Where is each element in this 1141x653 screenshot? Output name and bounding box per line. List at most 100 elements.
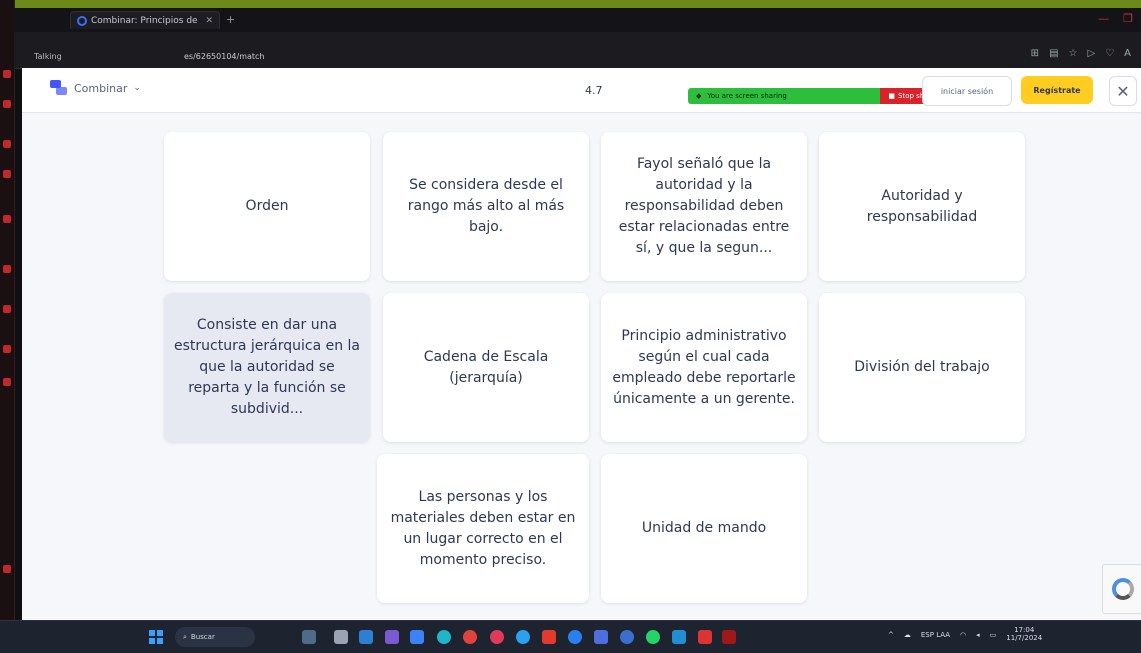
match-timer: 4.7 [585,84,603,97]
match-card[interactable]: Autoridad y responsabilidad [819,132,1025,281]
tab-close-icon[interactable]: ✕ [205,16,213,26]
rail-icon[interactable] [3,140,11,148]
taskbar-app-icon[interactable] [646,630,660,644]
mode-selector[interactable]: Combinar ⌄ [50,80,141,96]
window-accent-strip [0,0,1141,8]
card-text: Autoridad y responsabilidad [866,187,978,225]
left-app-rail [0,0,15,652]
taskbar-app-icon[interactable] [516,630,530,644]
card-text: Las personas y los materiales deben esta… [390,488,576,568]
match-card[interactable]: Cadena de Escala (jerarquía) [383,293,589,442]
taskbar-app-icon[interactable] [672,630,686,644]
card-text: Orden [245,198,289,214]
taskbar-app-icon[interactable] [463,630,477,644]
rail-icon[interactable] [3,345,11,353]
match-card[interactable]: Se considera desde el rango más alto al … [383,132,589,281]
taskbar-app-icon[interactable] [722,630,736,644]
reader-icon[interactable]: ▤ [1049,48,1058,59]
chevron-up-icon[interactable]: ^ [888,631,894,639]
share-status: ◆ You are screen sharing [688,88,880,104]
share-icon: ◆ [696,92,702,100]
taskbar-app-icon[interactable] [594,630,608,644]
match-header: Combinar ⌄ 4.7 ◆ You are screen sharing … [22,68,1141,113]
login-label: iniciar sesión [940,86,994,96]
extensions-icon[interactable]: ⊞ [1031,48,1039,59]
card-text: Fayol señaló que la autoridad y la respo… [618,156,790,256]
search-icon: ⌕ [183,632,187,641]
match-card-selected[interactable]: Consiste en dar una estructura jerárquic… [164,293,370,442]
battery-icon[interactable]: ▭ [990,631,997,639]
rail-icon[interactable] [3,100,11,108]
url-field[interactable]: es/62650104/match [184,52,265,61]
browser-toolbar: ⊞ ▤ ☆ ▷ ♡ A [1031,48,1131,59]
signup-label: Regístrate [1033,85,1081,95]
quizlet-favicon-icon [77,15,87,26]
shield-icon[interactable]: ♡ [1105,48,1114,59]
browser-tab[interactable]: Combinar: Principios de la ✕ [70,11,220,29]
rail-icon[interactable] [3,265,11,273]
taskbar-app-icon[interactable] [410,630,424,644]
mode-label: Combinar [74,81,128,95]
card-text: Se considera desde el rango más alto al … [407,177,565,235]
minimize-icon[interactable]: — [1098,12,1109,25]
taskbar-app-icon[interactable] [698,630,712,644]
volume-icon[interactable]: ◂ [976,631,980,639]
rail-icon[interactable] [3,565,11,573]
signup-button[interactable]: Regístrate [1021,76,1093,104]
match-card[interactable]: Fayol señaló que la autoridad y la respo… [601,132,807,281]
new-tab-icon[interactable]: + [226,13,235,26]
taskbar-app-icon[interactable] [385,630,399,644]
screen-share-banner: ◆ You are screen sharing ■ Stop share [688,88,944,104]
window-controls: — ❐ [1098,12,1133,25]
match-card[interactable]: Orden [164,132,370,281]
profile-label: Talking [34,52,62,61]
taskbar-app-icon[interactable] [437,630,451,644]
rail-icon[interactable] [3,305,11,313]
card-text: División del trabajo [854,359,990,375]
rail-icon[interactable] [3,70,11,78]
recaptcha-icon [1111,578,1134,600]
taskbar-app-icon[interactable] [620,630,634,644]
match-card[interactable]: Las personas y los materiales deben esta… [377,454,589,603]
card-text: Principio administrativo según el cual c… [612,327,796,407]
taskbar-search[interactable]: ⌕ Buscar [175,627,255,647]
share-icon[interactable]: ▷ [1087,48,1095,59]
profile-icon[interactable]: A [1124,48,1131,59]
close-icon: ✕ [1116,81,1130,101]
system-tray: ^ ☁ ESP LAA ◠ ◂ ▭ 17:04 11/7/2024 [888,626,1043,642]
login-button[interactable]: iniciar sesión [922,76,1012,106]
match-mode-icon [50,80,68,96]
share-text: You are screen sharing [707,92,787,100]
rail-icon[interactable] [3,170,11,178]
taskbar-clock[interactable]: 17:04 11/7/2024 [1006,626,1043,642]
windows-start-icon[interactable] [149,630,163,644]
taskbar-app-icon[interactable] [542,630,556,644]
cloud-icon[interactable]: ☁ [904,631,911,639]
tab-title: Combinar: Principios de la [91,15,202,26]
match-card[interactable]: Unidad de mando [601,454,807,603]
stop-icon: ■ [888,92,896,100]
rail-icon[interactable] [3,215,11,223]
favorites-icon[interactable]: ☆ [1069,48,1078,59]
taskbar-app-icon[interactable] [302,630,316,644]
card-text: Cadena de Escala (jerarquía) [423,348,549,386]
taskbar-app-icon[interactable] [490,630,504,644]
taskbar-app-icon[interactable] [334,630,348,644]
taskbar-app-icon[interactable] [568,630,582,644]
match-card[interactable]: Principio administrativo según el cual c… [601,293,807,442]
recaptcha-badge[interactable] [1102,564,1141,614]
language-indicator[interactable]: ESP LAA [921,631,950,639]
address-bar: Talking es/62650104/match ⊞ ▤ ☆ ▷ ♡ A [14,32,1141,69]
chevron-down-icon: ⌄ [133,83,141,93]
maximize-icon[interactable]: ❐ [1123,12,1133,25]
card-text: Unidad de mando [641,520,767,536]
quizlet-match-page: Combinar ⌄ 4.7 ◆ You are screen sharing … [22,68,1141,620]
rail-icon[interactable] [3,378,11,386]
close-button[interactable]: ✕ [1109,76,1137,106]
windows-taskbar: ⌕ Buscar ^ ☁ ESP LAA ◠ ◂ ▭ 17:04 11/7/20… [0,620,1141,653]
clock-date: 11/7/2024 [1006,633,1043,642]
taskbar-app-icon[interactable] [359,630,373,644]
wifi-icon[interactable]: ◠ [960,631,966,639]
match-card[interactable]: División del trabajo [819,293,1025,442]
card-text: Consiste en dar una estructura jerárquic… [174,317,360,417]
